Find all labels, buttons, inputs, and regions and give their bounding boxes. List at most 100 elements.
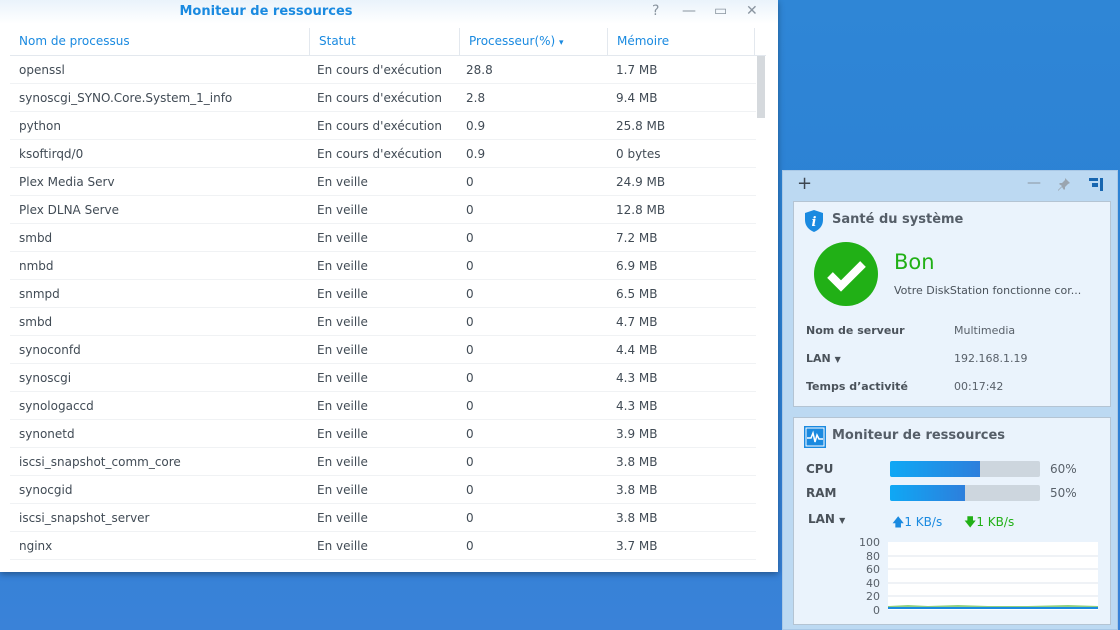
pin-icon[interactable] — [1057, 177, 1071, 191]
y-tick-label: 20 — [866, 590, 880, 603]
process-name: synonetd — [19, 426, 75, 441]
table-row[interactable]: synocgid En veille 0 3.8 MB — [10, 476, 756, 504]
process-cpu: 0 — [466, 454, 474, 469]
chevron-down-icon: ▼ — [839, 516, 846, 525]
arrow-down-icon: 🡇 — [964, 515, 977, 529]
process-name: smbd — [19, 314, 53, 329]
col-cpu[interactable]: Processeur(%) ▾ — [460, 28, 608, 55]
table-row[interactable]: nmbd En veille 0 6.9 MB — [10, 252, 756, 280]
table-row[interactable]: synonetd En veille 0 3.9 MB — [10, 420, 756, 448]
col-memory[interactable]: Mémoire — [608, 28, 755, 55]
process-name: synoscgi — [19, 370, 72, 385]
table-row[interactable]: python En cours d'exécution 0.9 25.8 MB — [10, 112, 756, 140]
process-memory: 3.7 MB — [616, 538, 658, 553]
table-row[interactable]: smbd En veille 0 4.7 MB — [10, 308, 756, 336]
process-status: En veille — [317, 426, 368, 441]
network-chart — [888, 542, 1098, 610]
resource-monitor-window: Moniteur de ressources ? — ▭ ✕ Nom de pr… — [0, 0, 778, 572]
info-shield-icon: i — [805, 210, 823, 232]
process-memory: 4.4 MB — [616, 342, 658, 357]
ip-address: 192.168.1.19 — [954, 352, 1028, 365]
process-name: iscsi_snapshot_server — [19, 510, 150, 525]
table-row[interactable]: iscsi_snapshot_comm_core En veille 0 3.8 MB — [10, 448, 756, 476]
lan-net-dropdown[interactable]: LAN ▼ — [808, 512, 845, 526]
process-table: openssl En cours d'exécution 28.8 1.7 MB syn… — [10, 56, 756, 560]
table-row[interactable]: smbd En veille 0 7.2 MB — [10, 224, 756, 252]
process-name: synocgid — [19, 482, 73, 497]
server-name: Multimedia — [954, 324, 1016, 337]
download-value: 1 KB/s — [976, 515, 1015, 529]
server-name-label: Nom de serveur — [806, 324, 905, 337]
lan-dropdown[interactable]: LAN ▼ — [806, 352, 841, 365]
process-cpu: 0 — [466, 538, 474, 553]
table-row[interactable]: synoscgi_SYNO.Core.System_1_info En cours… — [10, 84, 756, 112]
table-row[interactable]: synoconfd En veille 0 4.4 MB — [10, 336, 756, 364]
table-row[interactable]: Plex DLNA Serve En veille 0 12.8 MB — [10, 196, 756, 224]
process-memory: 6.5 MB — [616, 286, 658, 301]
process-memory: 1.7 MB — [616, 62, 658, 77]
system-health-widget: i Santé du système Bon Votre DiskStation… — [793, 201, 1111, 407]
process-memory: 12.8 MB — [616, 202, 666, 217]
table-row[interactable]: iscsi_snapshot_server En veille 0 3.8 MB — [10, 504, 756, 532]
widget-panel: + — i Santé du système Bon Votre DiskSta… — [782, 170, 1118, 630]
process-name: iscsi_snapshot_comm_core — [19, 454, 181, 469]
table-row[interactable]: synoscgi En veille 0 4.3 MB — [10, 364, 756, 392]
process-status: En veille — [317, 482, 368, 497]
process-cpu: 0 — [466, 258, 474, 273]
lan-label: LAN — [806, 352, 831, 365]
process-status: En veille — [317, 202, 368, 217]
process-memory: 9.4 MB — [616, 90, 658, 105]
table-row[interactable]: nginx En veille 0 3.7 MB — [10, 532, 756, 560]
col-status[interactable]: Statut — [310, 28, 460, 55]
process-memory: 25.8 MB — [616, 118, 666, 133]
process-cpu: 0.9 — [466, 118, 486, 133]
process-cpu: 0 — [466, 482, 474, 497]
minimize-button[interactable]: — — [682, 3, 696, 19]
scrollbar[interactable] — [757, 56, 765, 118]
close-button[interactable]: ✕ — [746, 3, 758, 19]
add-widget-button[interactable]: + — [797, 173, 812, 194]
process-name: ksoftirqd/0 — [19, 146, 84, 161]
process-name: nmbd — [19, 258, 54, 273]
process-cpu: 0 — [466, 314, 474, 329]
process-cpu: 0 — [466, 174, 474, 189]
process-name: smbd — [19, 230, 53, 245]
ram-bar-fill — [890, 485, 965, 501]
process-status: En veille — [317, 510, 368, 525]
process-status: En veille — [317, 370, 368, 385]
download-series — [888, 604, 1098, 609]
uptime: 00:17:42 — [954, 380, 1004, 393]
col-process-name[interactable]: Nom de processus — [10, 28, 310, 55]
table-row[interactable]: openssl En cours d'exécution 28.8 1.7 MB — [10, 56, 756, 84]
process-name: Plex Media Serv — [19, 174, 115, 189]
process-name: nginx — [19, 538, 53, 553]
table-row[interactable]: synologaccd En veille 0 4.3 MB — [10, 392, 756, 420]
help-button[interactable]: ? — [652, 3, 659, 19]
col-cpu-label: Processeur(%) — [469, 34, 556, 48]
minimize-widgets-button[interactable]: — — [1027, 175, 1041, 191]
process-cpu: 0 — [466, 426, 474, 441]
cpu-label: CPU — [806, 462, 834, 476]
process-status: En cours d'exécution — [317, 118, 442, 133]
table-row[interactable]: Plex Media Serv En veille 0 24.9 MB — [10, 168, 756, 196]
health-title: Santé du système — [832, 212, 964, 227]
process-name: snmpd — [19, 286, 60, 301]
panel-toggle-icon[interactable] — [1089, 178, 1103, 191]
table-row[interactable]: snmpd En veille 0 6.5 MB — [10, 280, 756, 308]
process-memory: 7.2 MB — [616, 230, 658, 245]
process-cpu: 0 — [466, 230, 474, 245]
arrow-up-icon: 🡅 — [892, 515, 905, 529]
process-memory: 3.9 MB — [616, 426, 658, 441]
title-bar[interactable]: Moniteur de ressources ? — ▭ ✕ — [0, 0, 778, 24]
process-status: En veille — [317, 342, 368, 357]
process-status: En veille — [317, 454, 368, 469]
ram-label: RAM — [806, 486, 837, 500]
ram-percent: 50% — [1050, 486, 1077, 500]
maximize-button[interactable]: ▭ — [714, 3, 727, 19]
process-status: En veille — [317, 174, 368, 189]
process-memory: 3.8 MB — [616, 454, 658, 469]
process-name: synoconfd — [19, 342, 81, 357]
process-cpu: 0 — [466, 510, 474, 525]
table-row[interactable]: ksoftirqd/0 En cours d'exécution 0.9 0 byte… — [10, 140, 756, 168]
y-tick-label: 100 — [859, 536, 880, 549]
